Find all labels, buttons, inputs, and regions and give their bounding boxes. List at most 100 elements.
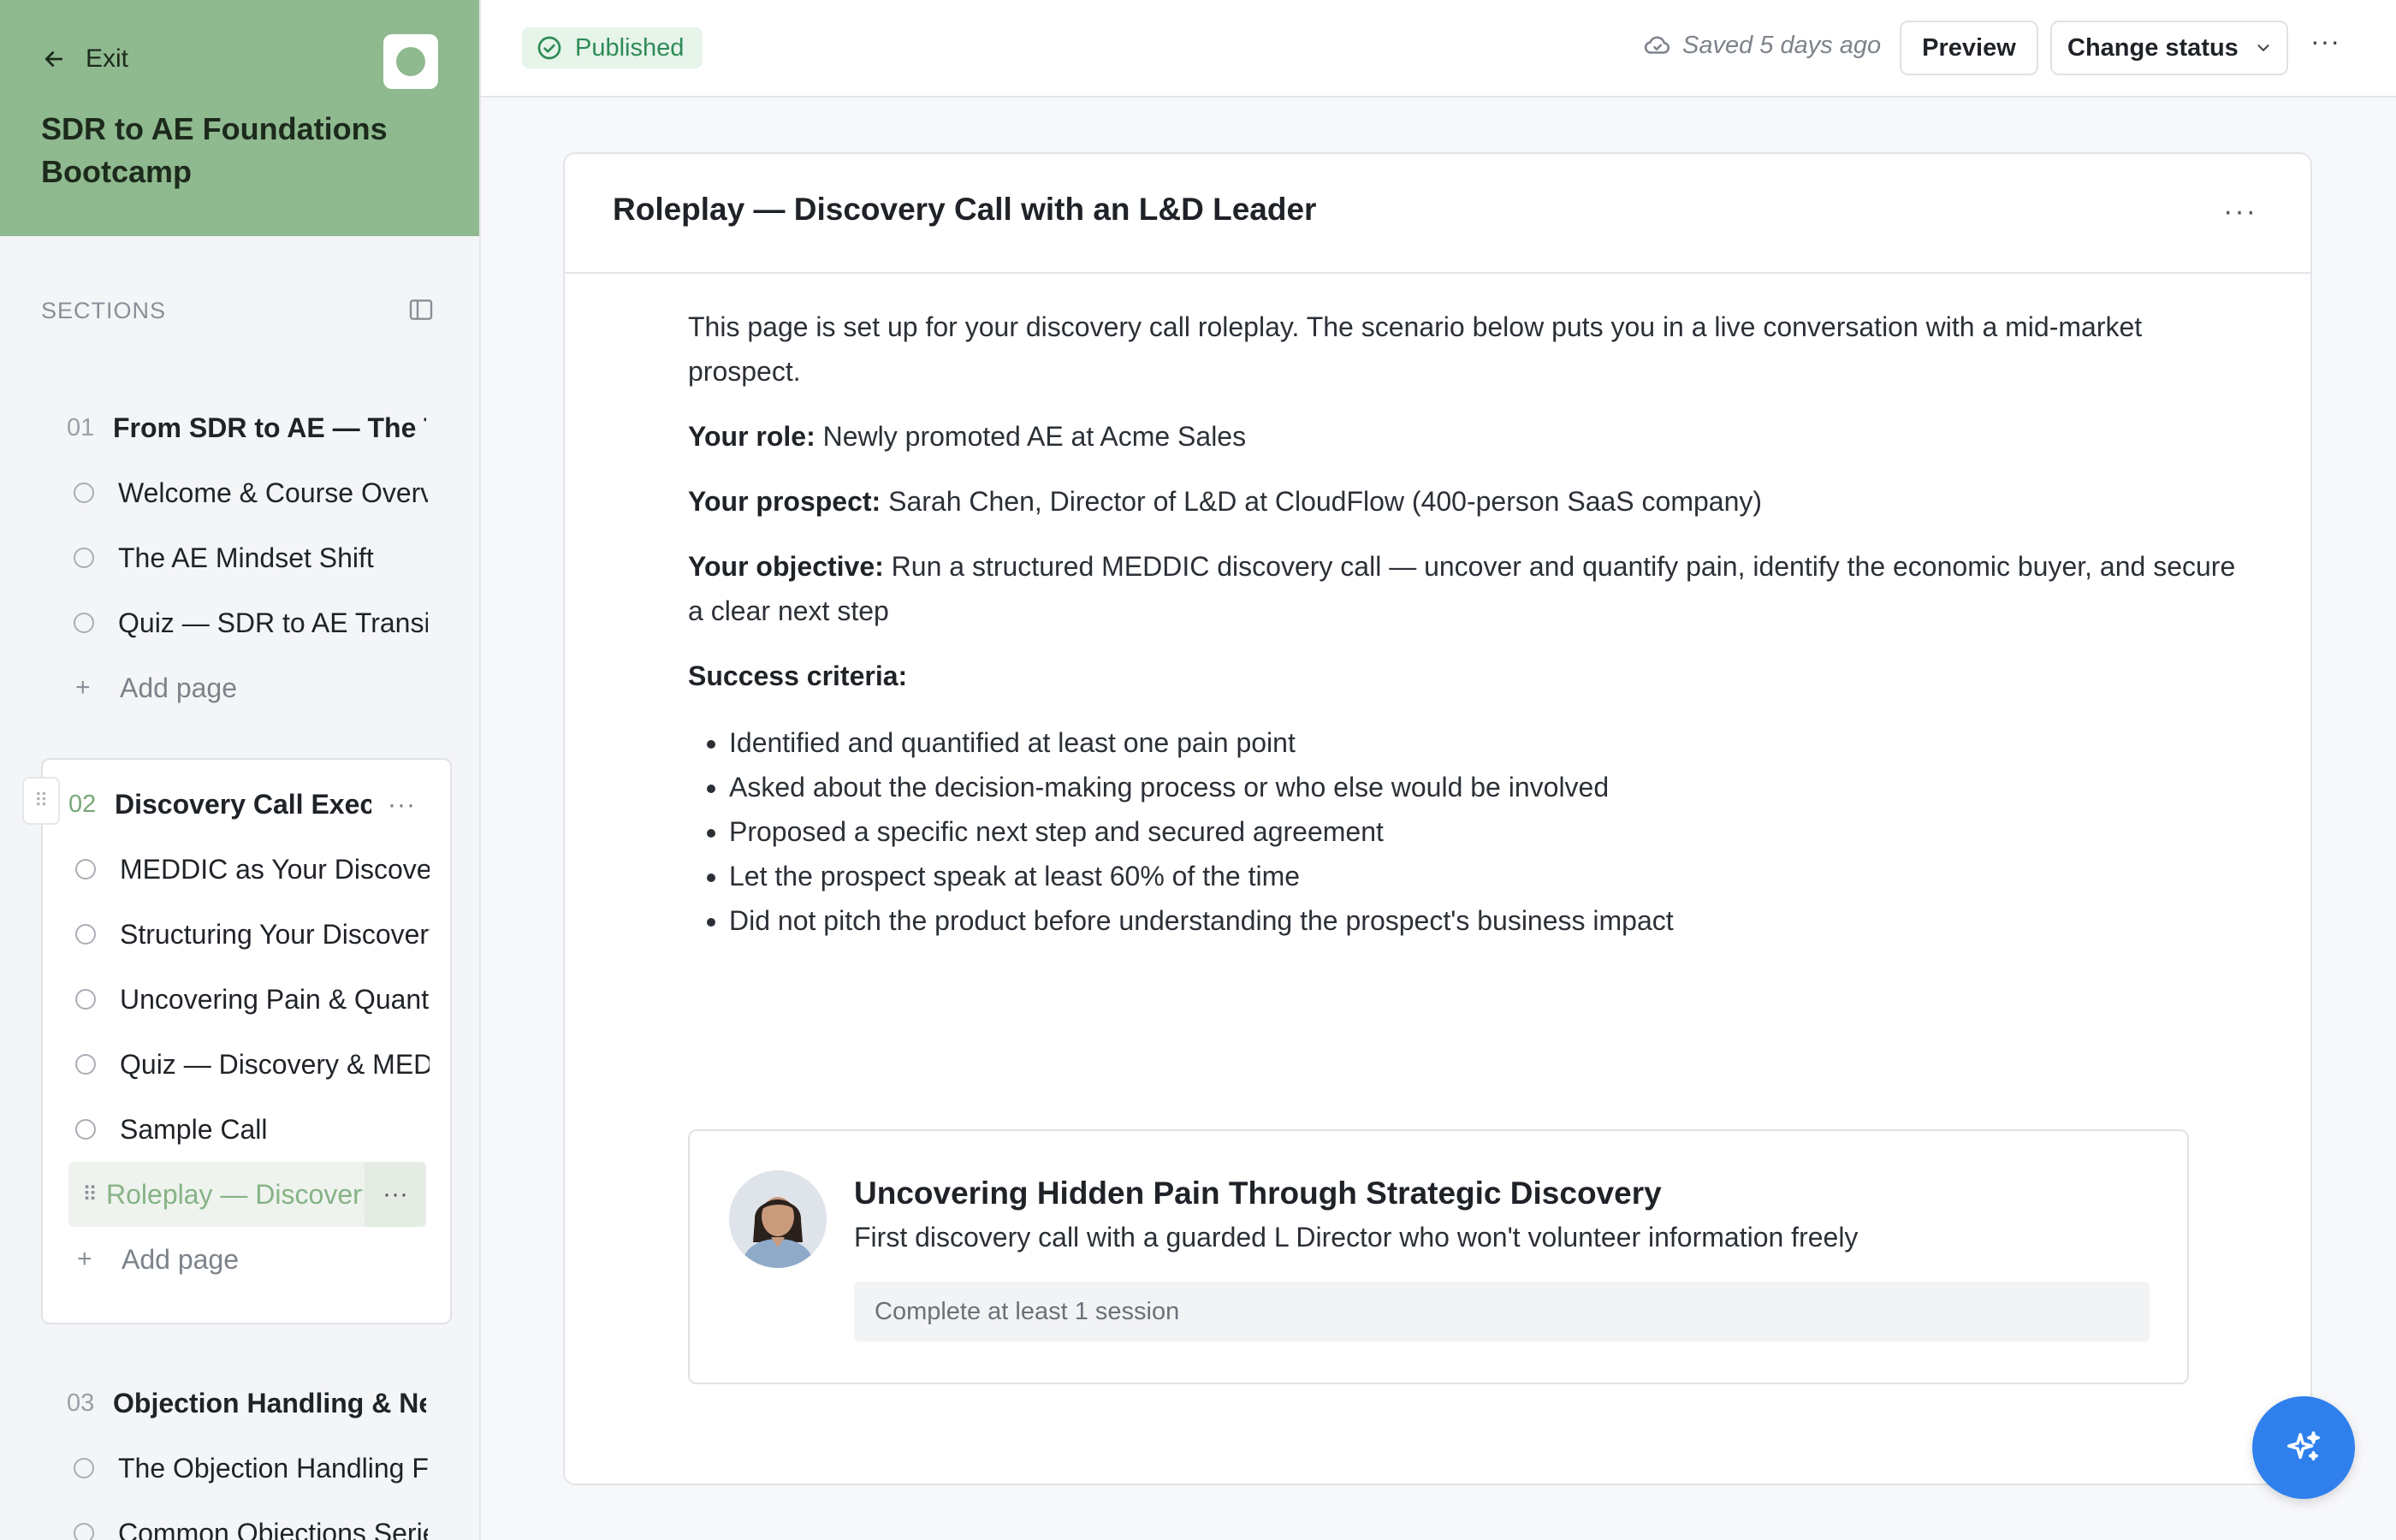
- exit-label: Exit: [86, 44, 129, 73]
- page-label: Structuring Your Discovery Call: [120, 918, 430, 950]
- roleplay-scenario-card[interactable]: Uncovering Hidden Pain Through Strategic…: [688, 1129, 2189, 1384]
- page-status-icon: [74, 483, 94, 503]
- plus-icon: +: [77, 1245, 92, 1273]
- section-number: 03: [67, 1389, 95, 1417]
- page-label: Common Objections Series: [118, 1517, 428, 1540]
- top-bar: Published Saved 5 days ago Preview Chang…: [481, 0, 2396, 98]
- plus-icon: +: [75, 673, 91, 702]
- page-label: MEDDIC as Your Discovery Framework: [120, 853, 430, 885]
- scenario-title: Uncovering Hidden Pain Through Strategic…: [854, 1176, 1662, 1211]
- page-content[interactable]: This page is set up for your discovery c…: [688, 305, 2245, 943]
- list-item: Identified and quantified at least one p…: [729, 720, 2245, 765]
- role-paragraph: Your role: Newly promoted AE at Acme Sal…: [688, 414, 2245, 459]
- section-number: 01: [67, 413, 95, 441]
- section-03: 03 Objection Handling & Negotiation The …: [41, 1371, 452, 1540]
- prospect-label: Your prospect:: [688, 486, 881, 517]
- card-more-icon[interactable]: ···: [2223, 195, 2257, 228]
- saved-text: Saved 5 days ago: [1682, 31, 1882, 59]
- page-label: The Objection Handling Framework: [118, 1452, 428, 1484]
- preview-button[interactable]: Preview: [1900, 21, 2038, 75]
- page-status-icon: [74, 548, 94, 568]
- section-header[interactable]: 01 From SDR to AE — The Transition: [41, 395, 452, 460]
- course-logo[interactable]: [383, 34, 438, 89]
- objective-value: Run a structured MEDDIC discovery call —…: [688, 551, 2236, 626]
- logo-dot: [396, 47, 425, 76]
- prospect-paragraph: Your prospect: Sarah Chen, Director of L…: [688, 479, 2245, 524]
- change-status-button[interactable]: Change status: [2050, 21, 2288, 75]
- role-value: Newly promoted AE at Acme Sales: [815, 421, 1247, 452]
- sparkle-icon: [2287, 1431, 2320, 1461]
- scenario-subtitle: First discovery call with a guarded L Di…: [854, 1222, 1859, 1253]
- page-status-icon: [74, 613, 94, 633]
- page-status-icon: [74, 1523, 94, 1540]
- page-status-icon: [74, 1458, 94, 1478]
- add-page-button[interactable]: + Add page: [41, 655, 452, 720]
- section-header[interactable]: 03 Objection Handling & Negotiation: [41, 1371, 452, 1436]
- page-title[interactable]: Roleplay — Discovery Call with an L&D Le…: [613, 192, 1316, 228]
- page-label: The AE Mindset Shift: [118, 542, 374, 573]
- page-status-icon: [75, 1054, 96, 1075]
- page-editor-card: Roleplay — Discovery Call with an L&D Le…: [563, 152, 2312, 1485]
- list-item: Did not pitch the product before underst…: [729, 898, 2245, 943]
- section-title: From SDR to AE — The Transition: [113, 412, 426, 443]
- page-item[interactable]: The Objection Handling Framework: [41, 1436, 452, 1501]
- status-label: Published: [575, 33, 685, 62]
- section-01: 01 From SDR to AE — The Transition Welco…: [41, 395, 452, 720]
- add-page-label: Add page: [122, 1243, 240, 1275]
- check-circle-icon: [537, 36, 561, 60]
- intro-paragraph: This page is set up for your discovery c…: [688, 311, 2143, 387]
- page-label: Welcome & Course Overview: [118, 477, 428, 508]
- page-item[interactable]: Welcome & Course Overview: [41, 460, 452, 525]
- course-header: Exit SDR to AE Foundations Bootcamp: [0, 0, 479, 236]
- sidebar: Exit SDR to AE Foundations Bootcamp SECT…: [0, 0, 481, 1540]
- section-title: Objection Handling & Negotiation: [113, 1387, 426, 1419]
- section-number: 02: [68, 790, 97, 818]
- page-label: Quiz — Discovery & MEDDIC: [120, 1048, 430, 1080]
- page-item[interactable]: Common Objections Series: [41, 1501, 452, 1540]
- page-item[interactable]: Uncovering Pain & Quantifying Impact: [43, 967, 450, 1032]
- list-item: Asked about the decision-making process …: [729, 765, 2245, 809]
- exit-button[interactable]: Exit: [41, 44, 128, 74]
- page-status-icon: [75, 989, 96, 1010]
- objective-label: Your objective:: [688, 551, 884, 582]
- list-item: Proposed a specific next step and secure…: [729, 809, 2245, 854]
- add-page-button[interactable]: + Add page: [43, 1227, 450, 1292]
- cloud-check-icon: [1644, 36, 1670, 54]
- avatar: [729, 1170, 827, 1268]
- chevron-down-icon: [2257, 44, 2269, 51]
- page-status-icon: [75, 1119, 96, 1140]
- add-page-label: Add page: [120, 672, 238, 703]
- panel-toggle-icon[interactable]: [407, 296, 435, 323]
- course-title: SDR to AE Foundations Bootcamp: [41, 111, 388, 189]
- role-label: Your role:: [688, 421, 815, 452]
- criteria-heading: Success criteria:: [688, 654, 2245, 698]
- page-item[interactable]: The AE Mindset Shift: [41, 525, 452, 590]
- change-status-label: Change status: [2067, 33, 2239, 62]
- page-more-icon[interactable]: ···: [365, 1162, 426, 1227]
- page-item[interactable]: Sample Call: [43, 1097, 450, 1162]
- page-item[interactable]: Structuring Your Discovery Call: [43, 902, 450, 967]
- persona-avatar-image: [729, 1170, 827, 1268]
- more-options-icon[interactable]: ···: [2310, 26, 2340, 57]
- objective-paragraph: Your objective: Run a structured MEDDIC …: [688, 544, 2245, 633]
- card-header: Roleplay — Discovery Call with an L&D Le…: [565, 154, 2310, 274]
- section-header[interactable]: 02 Discovery Call Execution ···: [43, 772, 450, 837]
- page-label: Uncovering Pain & Quantifying Impact: [120, 983, 430, 1015]
- ai-assistant-button[interactable]: [2252, 1396, 2355, 1499]
- criteria-list: Identified and quantified at least one p…: [688, 720, 2245, 943]
- page-item[interactable]: Quiz — Discovery & MEDDIC: [43, 1032, 450, 1097]
- completion-requirement: Complete at least 1 session: [854, 1282, 2150, 1342]
- section-02: ⠿ 02 Discovery Call Execution ··· MEDDIC…: [22, 758, 452, 1324]
- save-status: Saved 5 days ago: [1643, 31, 1881, 60]
- page-label: Sample Call: [120, 1113, 268, 1145]
- page-status-icon: [75, 924, 96, 945]
- page-label: Roleplay — Discovery Call with an L&D Le…: [106, 1178, 363, 1210]
- page-item[interactable]: Quiz — SDR to AE Transition: [41, 590, 452, 655]
- page-item[interactable]: MEDDIC as Your Discovery Framework: [43, 837, 450, 902]
- section-more-icon[interactable]: ···: [388, 791, 416, 820]
- drag-grip-icon[interactable]: ⠿: [74, 1182, 106, 1207]
- page-label: Quiz — SDR to AE Transition: [118, 607, 428, 638]
- page-item-selected[interactable]: ⠿ Roleplay — Discovery Call with an L&D …: [68, 1162, 426, 1227]
- sections-heading: SECTIONS: [41, 298, 167, 323]
- prospect-value: Sarah Chen, Director of L&D at CloudFlow…: [881, 486, 1763, 517]
